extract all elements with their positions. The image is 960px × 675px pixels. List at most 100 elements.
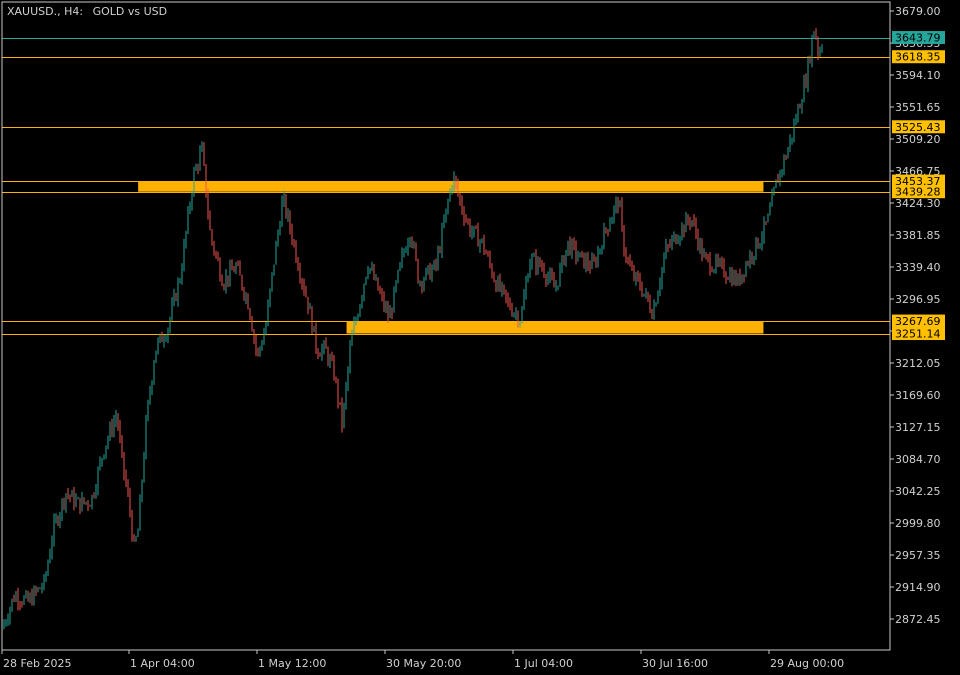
candle xyxy=(277,229,279,247)
candle xyxy=(351,329,353,347)
candle xyxy=(751,251,753,265)
candle xyxy=(181,263,183,285)
candle xyxy=(439,246,441,254)
candle xyxy=(729,266,731,283)
candle xyxy=(35,585,37,597)
candle xyxy=(535,249,537,276)
candle xyxy=(675,233,677,245)
candle xyxy=(815,28,817,40)
zone-0 xyxy=(138,181,764,192)
candle xyxy=(235,261,237,275)
candle xyxy=(705,252,707,260)
candle xyxy=(623,225,625,257)
candle xyxy=(153,359,155,385)
candle xyxy=(227,275,229,288)
candle xyxy=(39,587,41,590)
candle xyxy=(305,285,307,298)
candle xyxy=(183,238,185,272)
candle xyxy=(567,240,569,257)
candle xyxy=(155,350,157,364)
candle xyxy=(287,208,289,223)
candle xyxy=(505,289,507,304)
candle xyxy=(57,515,59,527)
candle xyxy=(785,154,787,160)
candle xyxy=(271,272,273,292)
candle xyxy=(649,294,651,314)
candle xyxy=(547,271,549,286)
candle xyxy=(161,331,163,343)
candle xyxy=(411,236,413,249)
candle xyxy=(597,245,599,268)
candle xyxy=(445,208,447,223)
price-tick-label: 2872.45 xyxy=(895,613,941,626)
time-axis[interactable]: 28 Feb 2025 1 Apr 04:00 1 May 12:00 30 May … xyxy=(1,650,844,670)
price-tick-label: 3339.40 xyxy=(895,261,941,274)
candle xyxy=(753,255,755,266)
candle xyxy=(447,198,449,215)
candle xyxy=(327,346,329,367)
candle xyxy=(633,264,635,282)
candle xyxy=(495,279,497,293)
candle xyxy=(13,594,15,602)
candle xyxy=(737,273,739,286)
candle xyxy=(111,418,113,438)
candle xyxy=(279,220,281,236)
candle xyxy=(651,308,653,319)
symbol-label: XAUUSD., H4: xyxy=(7,5,83,18)
candle xyxy=(595,256,597,269)
candle xyxy=(75,493,77,508)
candle xyxy=(301,277,303,290)
candle xyxy=(725,271,727,285)
candle xyxy=(541,259,543,272)
candle xyxy=(555,280,557,292)
zone-1 xyxy=(346,321,764,334)
candle xyxy=(99,456,101,471)
candle xyxy=(765,221,767,226)
price-chart[interactable]: XAUUSD., H4: GOLD vs USD 3679.003636.553… xyxy=(0,0,960,675)
candle xyxy=(135,535,137,542)
candle xyxy=(481,238,483,244)
candle xyxy=(713,268,715,274)
candle xyxy=(509,297,511,311)
candle xyxy=(311,306,313,335)
candle xyxy=(261,339,263,351)
candle xyxy=(115,409,117,428)
candle xyxy=(419,280,421,287)
candle xyxy=(157,337,159,355)
candle xyxy=(561,255,563,274)
level-label-text: 3618.35 xyxy=(895,51,941,64)
candle xyxy=(625,247,627,264)
candle xyxy=(545,273,547,288)
candle xyxy=(695,217,697,240)
candle xyxy=(603,222,605,250)
candle xyxy=(331,351,333,362)
candle xyxy=(665,238,667,260)
candle xyxy=(639,272,641,291)
candle xyxy=(477,222,479,247)
candle xyxy=(473,226,475,238)
candle xyxy=(329,353,331,369)
candle xyxy=(139,494,141,531)
candle xyxy=(749,250,751,269)
candle xyxy=(487,250,489,257)
candle xyxy=(125,469,127,488)
candle xyxy=(281,195,283,227)
candle xyxy=(453,171,455,192)
candle xyxy=(459,192,461,206)
candle xyxy=(195,163,197,171)
candle xyxy=(113,415,115,438)
candle xyxy=(37,586,39,593)
candle xyxy=(265,322,267,336)
candle xyxy=(207,188,209,220)
candle xyxy=(479,239,481,253)
candle xyxy=(91,494,93,510)
candle xyxy=(407,237,409,256)
candle xyxy=(483,234,485,255)
candle xyxy=(343,402,345,429)
candle xyxy=(257,347,259,357)
candle xyxy=(803,74,805,103)
candle xyxy=(27,590,29,602)
candle xyxy=(199,145,201,171)
price-tick-label: 3381.85 xyxy=(895,229,941,242)
candle xyxy=(179,278,181,284)
